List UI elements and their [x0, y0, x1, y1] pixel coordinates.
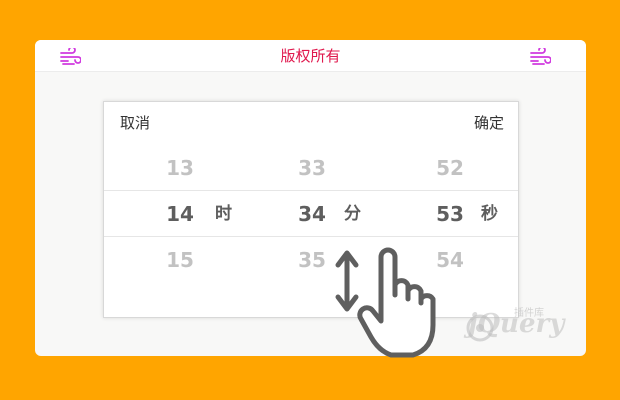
swipe-vertical-hand-icon: [335, 247, 436, 358]
second-option-above[interactable]: 52: [425, 156, 475, 180]
minute-option-below[interactable]: 35: [287, 248, 337, 272]
hour-option-below[interactable]: 15: [155, 248, 205, 272]
selection-line-top: [104, 190, 518, 191]
watermark-subtext: 插件库: [514, 308, 544, 319]
hour-option-selected[interactable]: 14: [155, 202, 205, 226]
minute-option-above[interactable]: 33: [287, 156, 337, 180]
hour-unit-label: 时: [215, 204, 232, 224]
second-unit-label: 秒: [481, 204, 498, 224]
wind-icon[interactable]: [529, 48, 551, 66]
cancel-button[interactable]: 取消: [120, 114, 150, 132]
time-picker[interactable]: 取消 确定 13 14 15 时 33 34 35 分 52 53 54 秒: [103, 101, 519, 318]
page-title: 版权所有: [280, 47, 341, 65]
minute-unit-label: 分: [344, 204, 361, 224]
confirm-button[interactable]: 确定: [474, 114, 504, 132]
second-option-selected[interactable]: 53: [425, 202, 475, 226]
top-bar: 版权所有: [35, 40, 586, 72]
minute-option-selected[interactable]: 34: [287, 202, 337, 226]
hour-option-above[interactable]: 13: [155, 156, 205, 180]
selection-line-bottom: [104, 236, 518, 237]
